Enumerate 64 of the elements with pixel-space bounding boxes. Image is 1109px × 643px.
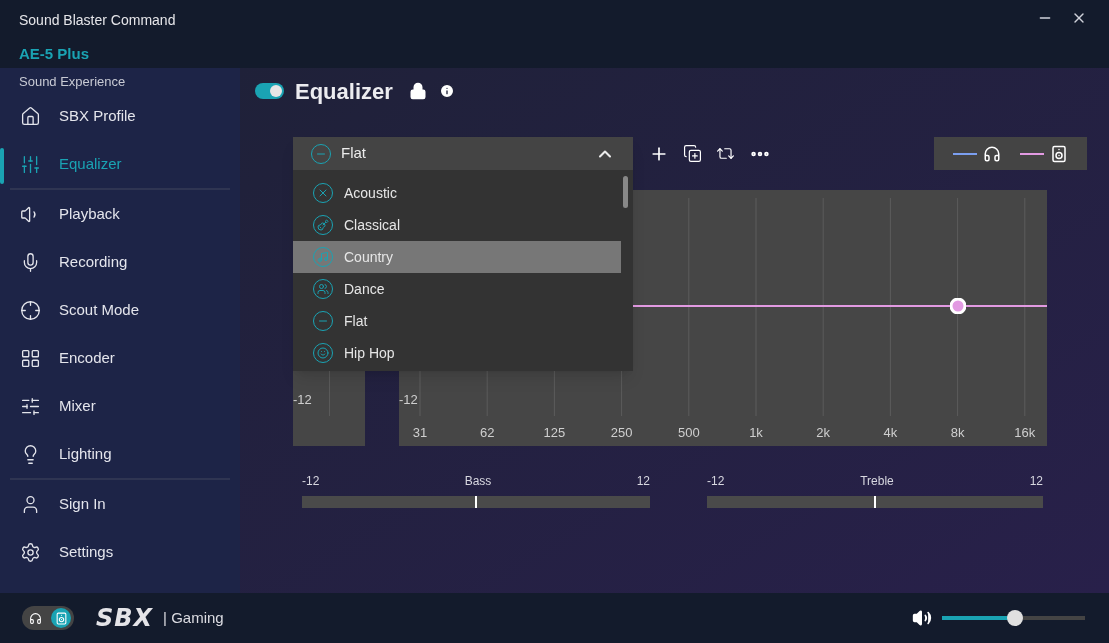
section-heading: Sound Experience (18, 73, 127, 91)
slider-label: Treble (860, 473, 894, 490)
frequency-label: 250 (610, 424, 633, 442)
speaker-icon (54, 611, 68, 625)
scrollbar[interactable] (623, 176, 628, 208)
frequency-label: 2k (816, 424, 831, 442)
volume-icon[interactable] (912, 608, 932, 628)
speaker-icon (1049, 144, 1068, 163)
volume-thumb[interactable] (1006, 610, 1023, 626)
sidebar-item[interactable]: Equalizer (0, 140, 230, 188)
headphones-icon (983, 144, 1002, 163)
volume-slider[interactable] (942, 610, 1085, 626)
slider-min-label: -12 (302, 473, 320, 490)
info-icon[interactable] (438, 83, 455, 99)
slider-track[interactable] (302, 496, 650, 508)
frequency-label: 8k (950, 424, 965, 442)
sidebar-item[interactable]: Encoder (0, 334, 230, 382)
output-switch[interactable] (22, 606, 74, 630)
axis-label: -12 (399, 391, 418, 409)
sidebar-item[interactable]: Scout Mode (0, 286, 230, 334)
sliders-icon (20, 153, 41, 175)
mode-label: | Gaming (163, 607, 224, 628)
frequency-label: 16k (1014, 424, 1036, 442)
slider-label: Bass (464, 473, 492, 490)
preset-option[interactable]: Dance (293, 273, 621, 305)
window-title: Sound Blaster Command (19, 11, 176, 30)
frequency-label: 62 (479, 424, 495, 442)
slider-track[interactable] (707, 496, 1043, 508)
frequency-label: 31 (412, 424, 428, 442)
preset-option[interactable]: Country (293, 241, 621, 273)
preset-option[interactable]: Hip Hop (293, 337, 621, 369)
grid-icon (20, 347, 41, 369)
axis-label: -12 (293, 391, 312, 409)
sliders-icon (20, 395, 41, 417)
frequency-label: 500 (677, 424, 700, 442)
slider-max-label: 12 (1029, 473, 1043, 490)
duplicate-icon[interactable] (683, 144, 702, 163)
sidebar-item[interactable]: Lighting (0, 430, 230, 478)
sidebar-item[interactable]: Recording (0, 238, 230, 286)
output-option[interactable] (51, 608, 71, 628)
slider-min-label: -12 (707, 473, 725, 490)
sidebar-item[interactable]: Sign In (0, 480, 230, 528)
preset-option[interactable]: Flat (293, 305, 621, 337)
preset-dropdown[interactable]: Flat (293, 137, 633, 170)
frequency-label: 4k (883, 424, 898, 442)
preset-option[interactable]: Acoustic (293, 177, 621, 209)
gear-icon (20, 541, 41, 563)
slider-max-label: 12 (636, 473, 650, 490)
crosshair-icon (20, 299, 41, 321)
sidebar-item[interactable]: Settings (0, 528, 230, 576)
preset-option[interactable]: Classical (293, 209, 621, 241)
sidebar-item[interactable]: Mixer (0, 382, 230, 430)
frequency-label: 1k (749, 424, 763, 442)
device-name: AE-5 Plus (19, 44, 91, 64)
sbx-logo: SBX (96, 603, 154, 634)
headphones-icon (28, 611, 42, 625)
lock-icon (408, 82, 427, 100)
sidebar-item[interactable]: SBX Profile (0, 92, 230, 140)
equalizer-toggle[interactable] (255, 83, 284, 99)
page-title: Equalizer (295, 77, 393, 106)
house-icon (20, 105, 41, 127)
sidebar-item[interactable]: Playback (0, 190, 230, 238)
eq-point[interactable] (949, 298, 966, 314)
frequency-label: 125 (543, 424, 566, 442)
